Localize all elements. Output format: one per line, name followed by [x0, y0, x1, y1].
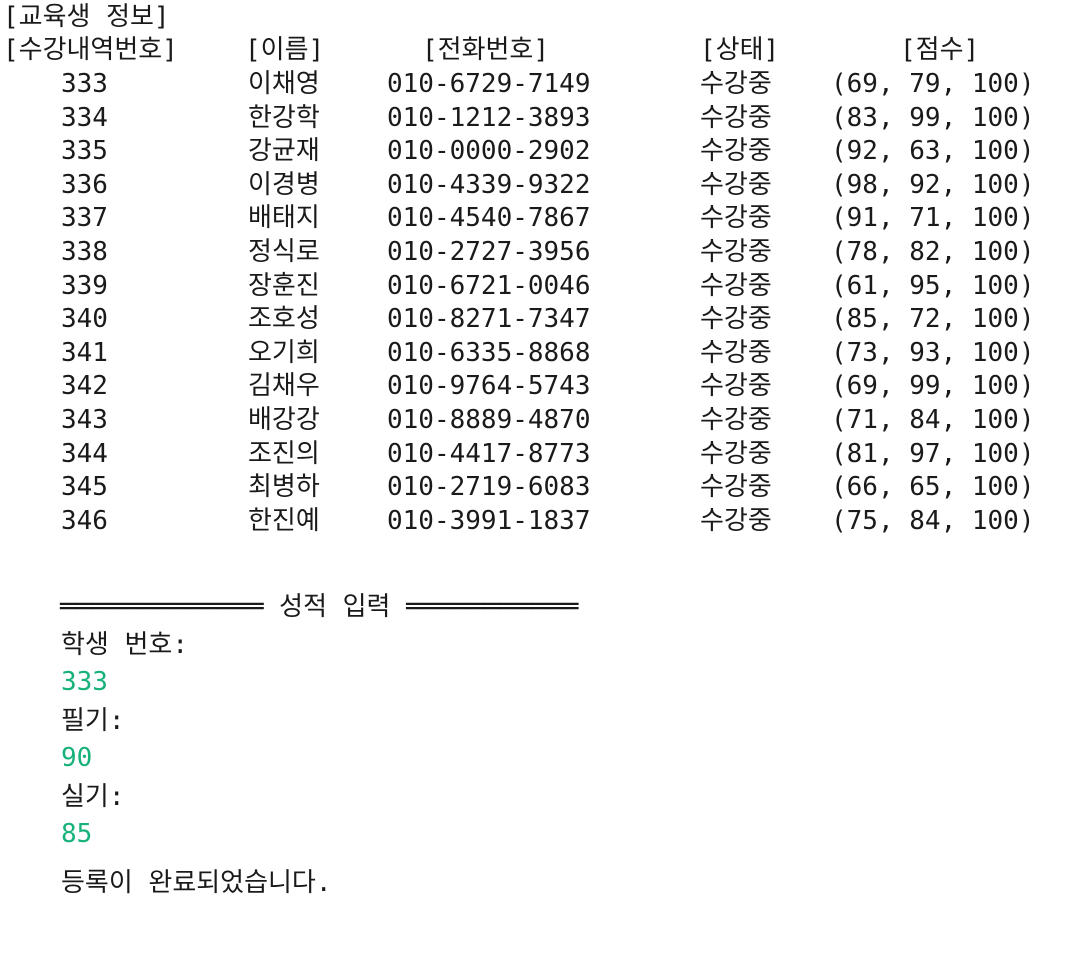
cell-score: (61, 95, 100) [831, 271, 1035, 301]
cell-name: 정식로 [248, 237, 320, 267]
cell-name: 한강학 [248, 103, 320, 133]
cell-phone: 010-3991-1837 [387, 506, 591, 536]
cell-score: (78, 82, 100) [831, 237, 1035, 267]
cell-score: (98, 92, 100) [831, 170, 1035, 200]
cell-phone: 010-2727-3956 [387, 237, 591, 267]
header-status: [상태] [700, 35, 780, 65]
cell-status: 수강중 [700, 472, 772, 502]
cell-name: 한진예 [248, 506, 320, 536]
cell-score: (85, 72, 100) [831, 304, 1035, 334]
practical-prompt-text: 실기: [61, 782, 125, 812]
cell-status: 수강중 [700, 405, 772, 435]
cell-record-no: 341 [61, 338, 108, 368]
cell-name: 최병하 [248, 472, 320, 502]
written-prompt-text: 필기: [61, 706, 125, 736]
cell-record-no: 340 [61, 304, 108, 334]
cell-score: (69, 99, 100) [831, 371, 1035, 401]
cell-record-no: 345 [61, 472, 108, 502]
practical-value-text: 85 [61, 819, 93, 849]
cell-name: 배강강 [248, 405, 320, 435]
written-prompt: 필기: [0, 704, 125, 738]
section-title: [교육생 정보] [0, 0, 170, 34]
cell-status: 수강중 [700, 136, 772, 166]
cell-name: 장훈진 [248, 271, 320, 301]
done-message-text: 등록이 완료되었습니다. [61, 868, 332, 898]
student-no-value: 333 [0, 665, 108, 699]
header-record-no: [수강내역번호] [3, 35, 178, 65]
cell-score: (91, 71, 100) [831, 203, 1035, 233]
student-no-value-text: 333 [61, 667, 108, 697]
cell-phone: 010-6335-8868 [387, 338, 591, 368]
table-header: [수강내역번호] [이름] [전화번호] [상태] [점수] [0, 33, 979, 67]
cell-record-no: 343 [61, 405, 108, 435]
cell-status: 수강중 [700, 170, 772, 200]
cell-status: 수강중 [700, 439, 772, 469]
cell-status: 수강중 [700, 506, 772, 536]
cell-phone: 010-1212-3893 [387, 103, 591, 133]
cell-phone: 010-9764-5743 [387, 371, 591, 401]
header-name: [이름] [245, 35, 325, 65]
banner-text: ═════════════ 성적 입력 ═══════════ [60, 592, 579, 622]
cell-phone: 010-0000-2902 [387, 136, 591, 166]
header-score: [점수] [900, 35, 980, 65]
header-phone: [전화번호] [422, 35, 549, 65]
done-message: 등록이 완료되었습니다. [0, 866, 332, 900]
cell-phone: 010-6721-0046 [387, 271, 591, 301]
cell-score: (83, 99, 100) [831, 103, 1035, 133]
cell-status: 수강중 [700, 371, 772, 401]
cell-phone: 010-4339-9322 [387, 170, 591, 200]
cell-status: 수강중 [700, 103, 772, 133]
cell-record-no: 334 [61, 103, 108, 133]
cell-record-no: 344 [61, 439, 108, 469]
cell-status: 수강중 [700, 203, 772, 233]
cell-score: (69, 79, 100) [831, 69, 1035, 99]
cell-status: 수강중 [700, 338, 772, 368]
cell-phone: 010-2719-6083 [387, 472, 591, 502]
cell-status: 수강중 [700, 69, 772, 99]
cell-score: (71, 84, 100) [831, 405, 1035, 435]
cell-record-no: 335 [61, 136, 108, 166]
section-title-text: [교육생 정보] [3, 2, 170, 32]
console-output: [교육생 정보] [수강내역번호] [이름] [전화번호] [상태] [점수] … [0, 0, 1069, 912]
cell-record-no: 338 [61, 237, 108, 267]
cell-record-no: 336 [61, 170, 108, 200]
cell-phone: 010-6729-7149 [387, 69, 591, 99]
cell-status: 수강중 [700, 271, 772, 301]
practical-value: 85 [0, 817, 92, 851]
cell-record-no: 333 [61, 69, 108, 99]
student-no-prompt: 학생 번호: [0, 628, 188, 662]
cell-score: (66, 65, 100) [831, 472, 1035, 502]
cell-score: (92, 63, 100) [831, 136, 1035, 166]
written-value-text: 90 [61, 743, 93, 773]
cell-name: 배태지 [248, 203, 320, 233]
cell-phone: 010-4540-7867 [387, 203, 591, 233]
cell-status: 수강중 [700, 304, 772, 334]
cell-score: (81, 97, 100) [831, 439, 1035, 469]
cell-record-no: 342 [61, 371, 108, 401]
cell-record-no: 346 [61, 506, 108, 536]
cell-phone: 010-8889-4870 [387, 405, 591, 435]
cell-phone: 010-4417-8773 [387, 439, 591, 469]
cell-name: 오기희 [248, 338, 320, 368]
cell-record-no: 337 [61, 203, 108, 233]
cell-name: 조호성 [248, 304, 320, 334]
cell-score: (73, 93, 100) [831, 338, 1035, 368]
cell-phone: 010-8271-7347 [387, 304, 591, 334]
cell-name: 강균재 [248, 136, 320, 166]
student-no-prompt-text: 학생 번호: [61, 630, 188, 660]
cell-name: 이채영 [248, 69, 320, 99]
cell-status: 수강중 [700, 237, 772, 267]
cell-name: 김채우 [248, 371, 320, 401]
cell-name: 조진의 [248, 439, 320, 469]
practical-prompt: 실기: [0, 780, 125, 814]
cell-record-no: 339 [61, 271, 108, 301]
written-value: 90 [0, 741, 92, 775]
grade-input-banner: ═════════════ 성적 입력 ═══════════ [0, 590, 578, 624]
cell-name: 이경병 [248, 170, 320, 200]
cell-score: (75, 84, 100) [831, 506, 1035, 536]
